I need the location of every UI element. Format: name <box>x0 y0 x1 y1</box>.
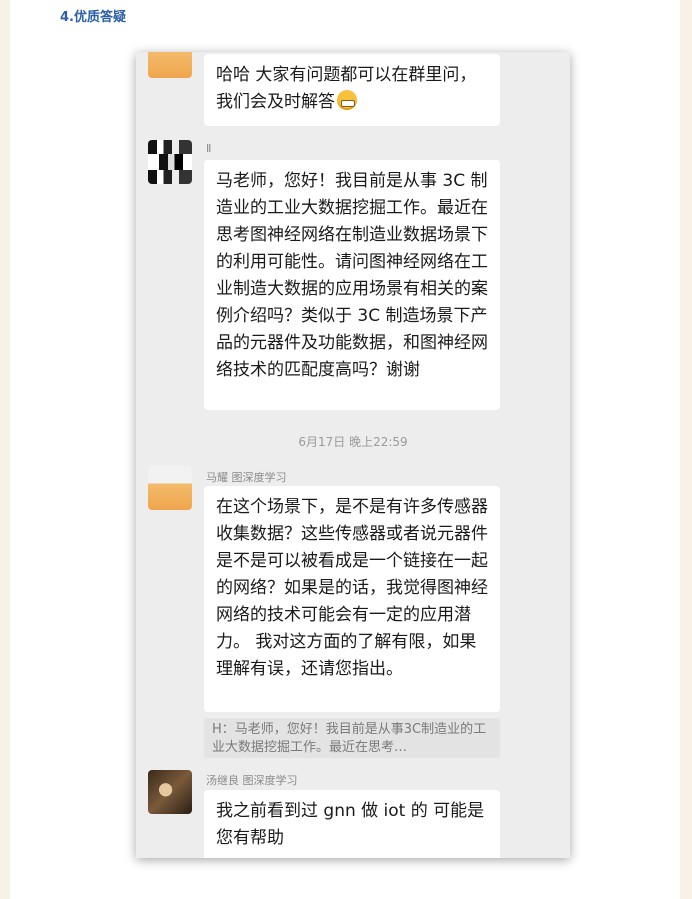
sender-name: 汤继良 图深度学习 <box>206 774 298 787</box>
message-text: 我之前看到过 gnn 做 iot 的 可能是您有帮助 <box>216 801 485 848</box>
message-text: 马老师，您好！我目前是从事 3C 制造业的工业大数据挖掘工作。最近在思考图神经网… <box>216 171 488 380</box>
chat-message-bubble[interactable]: 我之前看到过 gnn 做 iot 的 可能是您有帮助 <box>204 790 500 858</box>
chat-message-bubble[interactable]: 哈哈 大家有问题都可以在群里问，我们会及时解答 <box>204 54 500 126</box>
chat-timestamp: 6月17日 晚上22:59 <box>298 435 408 449</box>
article-card: 4.优质答疑 哈哈 大家有问题都可以在群里问，我们会及时解答 Ⅱ 马老师，您好！… <box>10 0 680 899</box>
avatar[interactable] <box>148 466 192 510</box>
chat-screenshot: 哈哈 大家有问题都可以在群里问，我们会及时解答 Ⅱ 马老师，您好！我目前是从事 … <box>136 52 570 858</box>
avatar[interactable] <box>148 140 192 184</box>
quoted-message-text: H：马老师，您好！我目前是从事3C制造业的工业大数据挖掘工作。最近在思考… <box>212 722 487 755</box>
chat-message-bubble[interactable]: 马老师，您好！我目前是从事 3C 制造业的工业大数据挖掘工作。最近在思考图神经网… <box>204 160 500 410</box>
sender-name: Ⅱ <box>206 142 212 155</box>
quoted-message[interactable]: H：马老师，您好！我目前是从事3C制造业的工业大数据挖掘工作。最近在思考… <box>204 718 500 758</box>
avatar[interactable] <box>148 770 192 814</box>
grinning-face-emoji-icon <box>337 90 357 110</box>
avatar[interactable] <box>148 52 192 78</box>
chat-message-bubble[interactable]: 在这个场景下，是不是有许多传感器收集数据？这些传感器或者说元器件是不是可以被看成… <box>204 486 500 712</box>
message-text: 在这个场景下，是不是有许多传感器收集数据？这些传感器或者说元器件是不是可以被看成… <box>216 497 488 679</box>
sender-name: 马耀 图深度学习 <box>206 471 287 484</box>
section-title: 4.优质答疑 <box>60 10 126 25</box>
